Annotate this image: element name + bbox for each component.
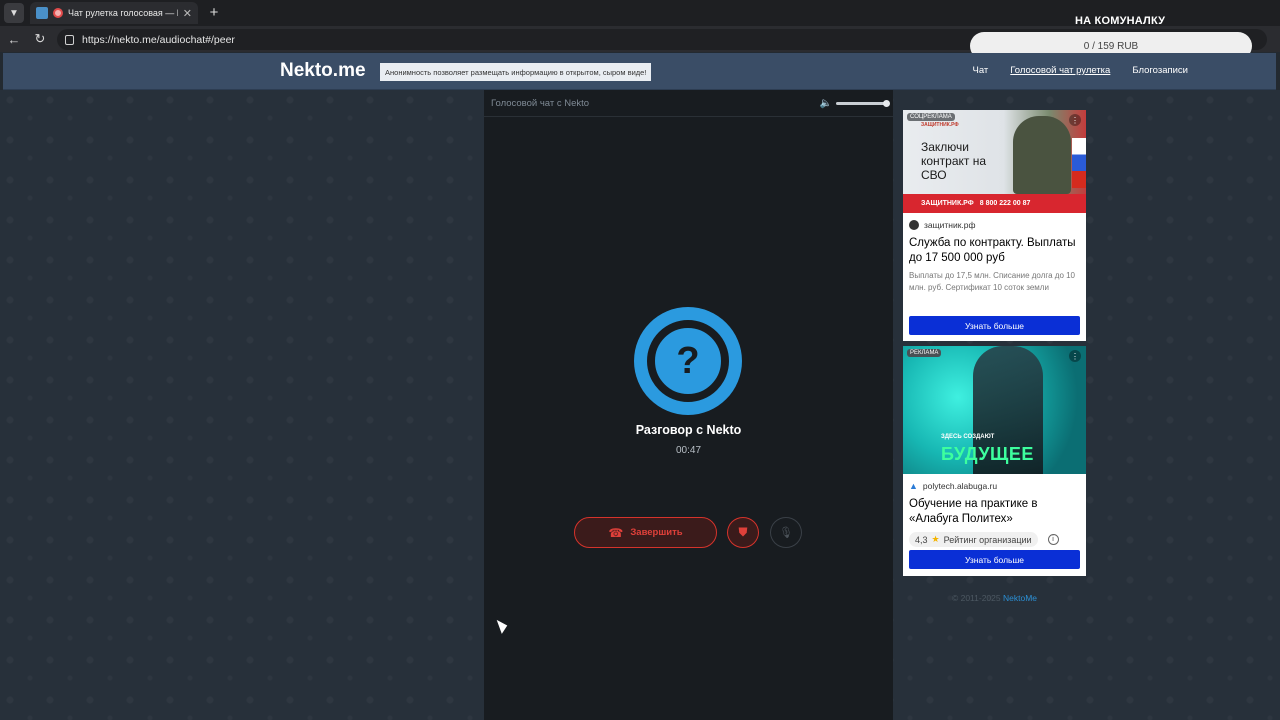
chat-title: Голосовой чат с Nekto <box>491 97 590 109</box>
polytech-logo-icon: ▲ <box>909 481 918 491</box>
ad-1-more-icon[interactable]: ⋮ <box>1069 114 1081 126</box>
peer-name: Разговор с Nekto <box>635 423 742 437</box>
chat-header: Голосовой чат с Nekto 🔈 <box>484 90 893 117</box>
ad-1-banner-headline: Заключи контракт на СВО <box>921 140 987 182</box>
site-logo[interactable]: Nekto.me <box>280 60 366 82</box>
avatar-ring: ? <box>647 320 729 402</box>
voice-chat-panel: Голосовой чат с Nekto 🔈 ? Разговор с Nek… <box>484 90 893 720</box>
nav-chat-link[interactable]: Чат <box>973 65 989 76</box>
volume-slider-handle[interactable] <box>883 100 890 107</box>
site-favicon-icon <box>36 7 48 19</box>
ad-1-banner-strip: ЗАЩИТНИК.РФ 8 800 222 00 87 <box>903 194 1086 213</box>
peer-avatar: ? <box>634 307 742 415</box>
info-icon[interactable]: i <box>1047 534 1059 545</box>
microphone-icon: 🎙 <box>779 527 793 539</box>
ad-2-tag: РЕКЛАМА <box>907 349 942 357</box>
end-call-button[interactable]: ☎ Завершить <box>574 517 717 548</box>
hang-up-phone-icon: ☎ <box>608 525 624 540</box>
ad-2-rating: 4,3 ★ Рейтинг организации i <box>909 532 1080 547</box>
footer-copyright: © 2011-2025 NektoMe <box>903 593 1086 603</box>
tab-title: Чат рулетка голосовая — N <box>68 8 178 18</box>
copyright-text: © 2011-2025 <box>951 593 1001 603</box>
ad-1-description: Выплаты до 17,5 млн. Списание долга до 1… <box>909 271 1076 292</box>
shield-alert-icon: ⛊ <box>738 525 748 539</box>
site-slogan: Анонимность позволяет размещать информац… <box>380 63 652 81</box>
lock-icon <box>65 34 74 45</box>
ad-card-1[interactable]: СОЦРЕКЛАМА ЗАЩИТНИК.РФ Заключи контракт … <box>903 110 1086 341</box>
url-text: https://nekto.me/audiochat#/peer <box>82 33 235 46</box>
ad-1-domain-text: защитник.рф <box>924 220 976 230</box>
ad-2-learn-more-button[interactable]: Узнать больше <box>909 550 1080 569</box>
ad-1-banner-brand: ЗАЩИТНИК.РФ <box>921 122 959 128</box>
ad-1-tag: СОЦРЕКЛАМА <box>907 113 955 121</box>
reload-icon[interactable]: ↻ <box>31 30 49 48</box>
call-timer: 00:47 <box>675 445 702 456</box>
rating-value: 4,3 <box>915 534 928 545</box>
ad-2-domain-text: polytech.alabuga.ru <box>922 481 998 491</box>
microphone-button[interactable]: 🎙 <box>770 517 802 548</box>
volume-control[interactable]: 🔈 <box>820 98 890 109</box>
star-icon: ★ <box>931 534 940 544</box>
back-arrow-icon[interactable]: ← <box>5 30 23 48</box>
donation-title: НА КОМУНАЛКУ <box>1075 15 1166 27</box>
ad-1-domain[interactable]: защитник.рф <box>909 218 1080 232</box>
top-navigation: Чат Голосовой чат рулетка Блогозаписи <box>973 65 1277 76</box>
nav-voice-chat-link[interactable]: Голосовой чат рулетка <box>1010 65 1110 76</box>
speaker-icon[interactable]: 🔈 <box>820 98 832 109</box>
tab-list-chevron-icon[interactable]: ▼ <box>4 3 24 23</box>
ad-1-title[interactable]: Служба по контракту. Выплаты до 17 500 0… <box>909 236 1080 266</box>
ad-card-2[interactable]: РЕКЛАМА ЗДЕСЬ СОЗДАЮТ БУДУЩЕЕ ⋮ ▲ polyte… <box>903 346 1086 576</box>
ad-2-banner-small-text: ЗДЕСЬ СОЗДАЮТ <box>941 434 995 440</box>
flag-image <box>1072 138 1086 188</box>
domain-favicon-icon <box>909 220 919 230</box>
ad-2-banner-big-text: БУДУЩЕЕ <box>941 444 1034 464</box>
rating-label: Рейтинг организации <box>943 534 1032 545</box>
ad-1-learn-more-button[interactable]: Узнать больше <box>909 316 1080 335</box>
site-header: Nekto.me Анонимность позволяет размещать… <box>3 53 1276 90</box>
end-call-label: Завершить <box>630 527 683 538</box>
recording-indicator-icon <box>53 8 63 18</box>
ad-2-more-icon[interactable]: ⋮ <box>1069 350 1081 362</box>
ad-2-banner[interactable]: РЕКЛАМА ЗДЕСЬ СОЗДАЮТ БУДУЩЕЕ ⋮ <box>903 346 1086 474</box>
ad-2-title[interactable]: Обучение на практике в «Алабуга Политех» <box>909 497 1080 527</box>
report-button[interactable]: ⛊ <box>727 517 759 548</box>
new-tab-plus-icon[interactable]: + <box>205 3 223 21</box>
ad-1-strip-phone: 8 800 222 00 87 <box>979 200 1031 207</box>
question-mark-icon: ? <box>676 339 700 382</box>
browser-tab[interactable]: Чат рулетка голосовая — N ✕ <box>30 2 198 24</box>
nav-blog-link[interactable]: Блогозаписи <box>1132 65 1188 76</box>
ad-1-strip-brand: ЗАЩИТНИК.РФ <box>921 200 974 207</box>
donation-progress-value: 0 / 159 RUB <box>1083 40 1139 52</box>
tab-close-icon[interactable]: ✕ <box>183 7 192 20</box>
ad-2-domain[interactable]: ▲ polytech.alabuga.ru <box>909 479 1080 493</box>
footer-nektome-link[interactable]: NektoMe <box>1003 593 1037 603</box>
ad-1-banner[interactable]: СОЦРЕКЛАМА ЗАЩИТНИК.РФ Заключи контракт … <box>903 110 1086 213</box>
volume-slider[interactable] <box>836 100 890 107</box>
soldier-image <box>1013 116 1071 194</box>
